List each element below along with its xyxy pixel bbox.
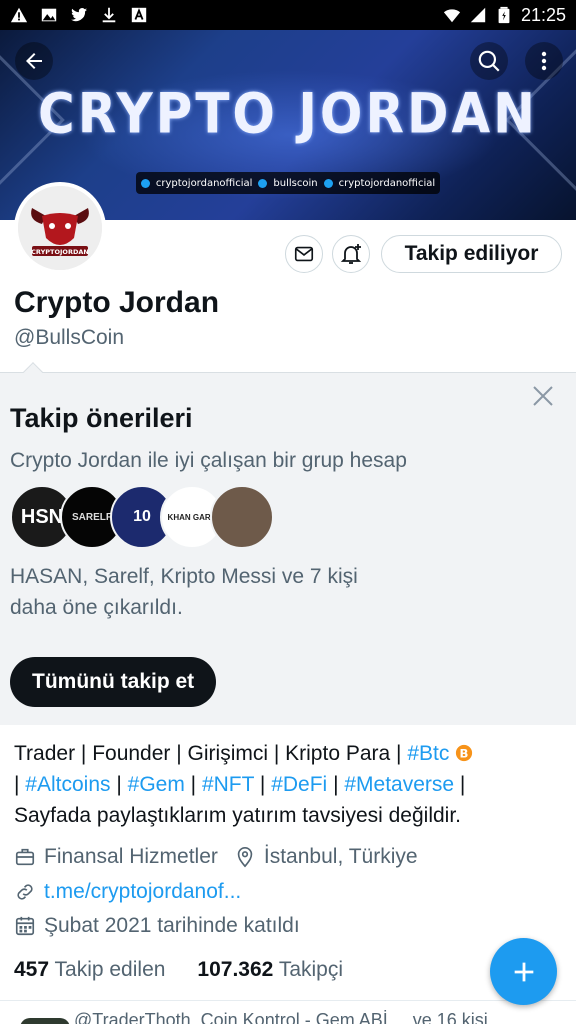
suggestions-title: Takip önerileri [10,403,193,433]
hashtag-defi[interactable]: #DeFi [271,773,327,796]
follow-suggestions-panel: Takip önerileri Crypto Jordan ile iyi ça… [0,362,576,725]
hashtag-btc[interactable]: #Btc [407,742,449,765]
profile-meta-row: Finansal Hizmetler İstanbul, Türkiye [14,845,418,869]
profile-joined-row: Şubat 2021 tarihinde katıldı [14,914,300,938]
message-button[interactable] [285,235,323,273]
svg-text:B: B [460,747,469,761]
search-button[interactable] [470,42,508,80]
suggestions-names: HASAN, Sarelf, Kripto Messi ve 7 kişi da… [10,561,430,623]
banner-socials: cryptojordanofficial bullscoin cryptojor… [136,172,440,194]
followers-count-number: 107.362 [197,958,274,981]
bio-separator: | [454,773,466,796]
profile-handle: @BullsCoin [14,326,125,349]
profile-joined-date: Şubat 2021 tarihinde katıldı [44,914,300,937]
followers-count-label: Takipçi [278,958,344,981]
followers-count[interactable]: 107.362 Takipçi [197,958,343,982]
signal-icon [470,7,486,23]
notifications-button[interactable] [332,235,370,273]
bio-separator: | [327,773,345,796]
hashtag-altcoins[interactable]: #Altcoins [25,773,110,796]
instagram-icon [140,178,150,188]
banner-social-twitter: bullscoin [273,177,318,189]
followers-you-know-text[interactable]: @TraderThoth, Coin Kontrol - Gem ABİ ...… [74,1010,488,1024]
follow-counts: 457 Takip edilen 107.362 Takipçi [14,958,343,982]
banner-title: CRYPTO JORDAN [38,82,538,146]
bio-separator: | [14,773,26,796]
briefcase-icon [15,848,35,866]
hashtag-gem[interactable]: #Gem [128,773,185,796]
profile-link-row[interactable]: t.me/cryptojordanof... [14,880,241,904]
bull-logo-icon: CRYPTOJORDAN [18,186,102,270]
bio-separator: | [184,773,202,796]
followers-you-know-avatars [20,1018,70,1024]
image-icon [41,8,57,22]
suggested-avatars[interactable]: HSN SARELF 10 KHAN GARK [10,485,274,549]
bell-plus-icon [340,244,362,264]
telegram-icon [323,178,333,188]
follow-all-button[interactable]: Tümünü takip et [10,657,217,707]
profile-name: Crypto Jordan [14,286,220,319]
bio-disclaimer: Sayfada paylaştıklarım yatırım tavsiyesi… [14,804,462,827]
banner-social-telegram: cryptojordanofficial [338,177,436,189]
plus-icon [514,962,533,981]
following-count[interactable]: 457 Takip edilen [14,958,165,982]
warning-icon [10,7,28,23]
avatar-logo-text: CRYPTOJORDAN [31,248,89,256]
app-notification-icon [131,7,147,23]
bio-text: Trader | Founder | Girişimci | Kripto Pa… [14,742,408,765]
profile-bio: Trader | Founder | Girişimci | Kripto Pa… [14,738,562,831]
more-vertical-icon [541,51,547,71]
location-pin-icon [237,847,253,868]
twitter-bird-icon [70,8,88,22]
following-count-label: Takip edilen [54,958,166,981]
close-icon[interactable] [532,385,554,407]
compose-tweet-button[interactable] [490,938,557,1005]
hashtag-nft[interactable]: #NFT [202,773,254,796]
status-bar: 21:25 [0,0,576,30]
suggestions-names-line2: daha öne çıkarıldı. [10,596,183,619]
divider [0,1000,576,1001]
following-count-number: 457 [14,958,50,981]
suggested-avatar-person[interactable] [210,485,274,549]
profile-location: İstanbul, Türkiye [263,845,418,868]
wifi-icon [443,9,461,23]
search-icon [478,50,500,72]
following-button[interactable]: Takip ediliyor [381,235,562,273]
status-time: 21:25 [520,4,566,25]
more-options-button[interactable] [525,42,563,80]
hashtag-metaverse[interactable]: #Metaverse [344,773,454,796]
profile-avatar[interactable]: CRYPTOJORDAN [14,182,106,274]
profile-category: Finansal Hizmetler [44,845,218,868]
bitcoin-icon: B [456,744,473,762]
download-icon [102,7,116,23]
suggestions-subtitle: Crypto Jordan ile iyi çalışan bir grup h… [10,449,407,472]
suggestions-names-line1: HASAN, Sarelf, Kripto Messi ve 7 kişi [10,565,358,588]
envelope-icon [294,246,314,262]
bio-separator: | [110,773,128,796]
back-button[interactable] [15,42,53,80]
profile-url-link[interactable]: t.me/cryptojordanof... [44,880,241,904]
battery-icon [498,6,510,24]
bio-separator: | [254,773,272,796]
twitter-icon [258,178,268,188]
calendar-icon [15,916,35,936]
back-arrow-icon [26,53,42,69]
banner-social-instagram: cryptojordanofficial [155,177,253,189]
link-icon [17,884,33,900]
